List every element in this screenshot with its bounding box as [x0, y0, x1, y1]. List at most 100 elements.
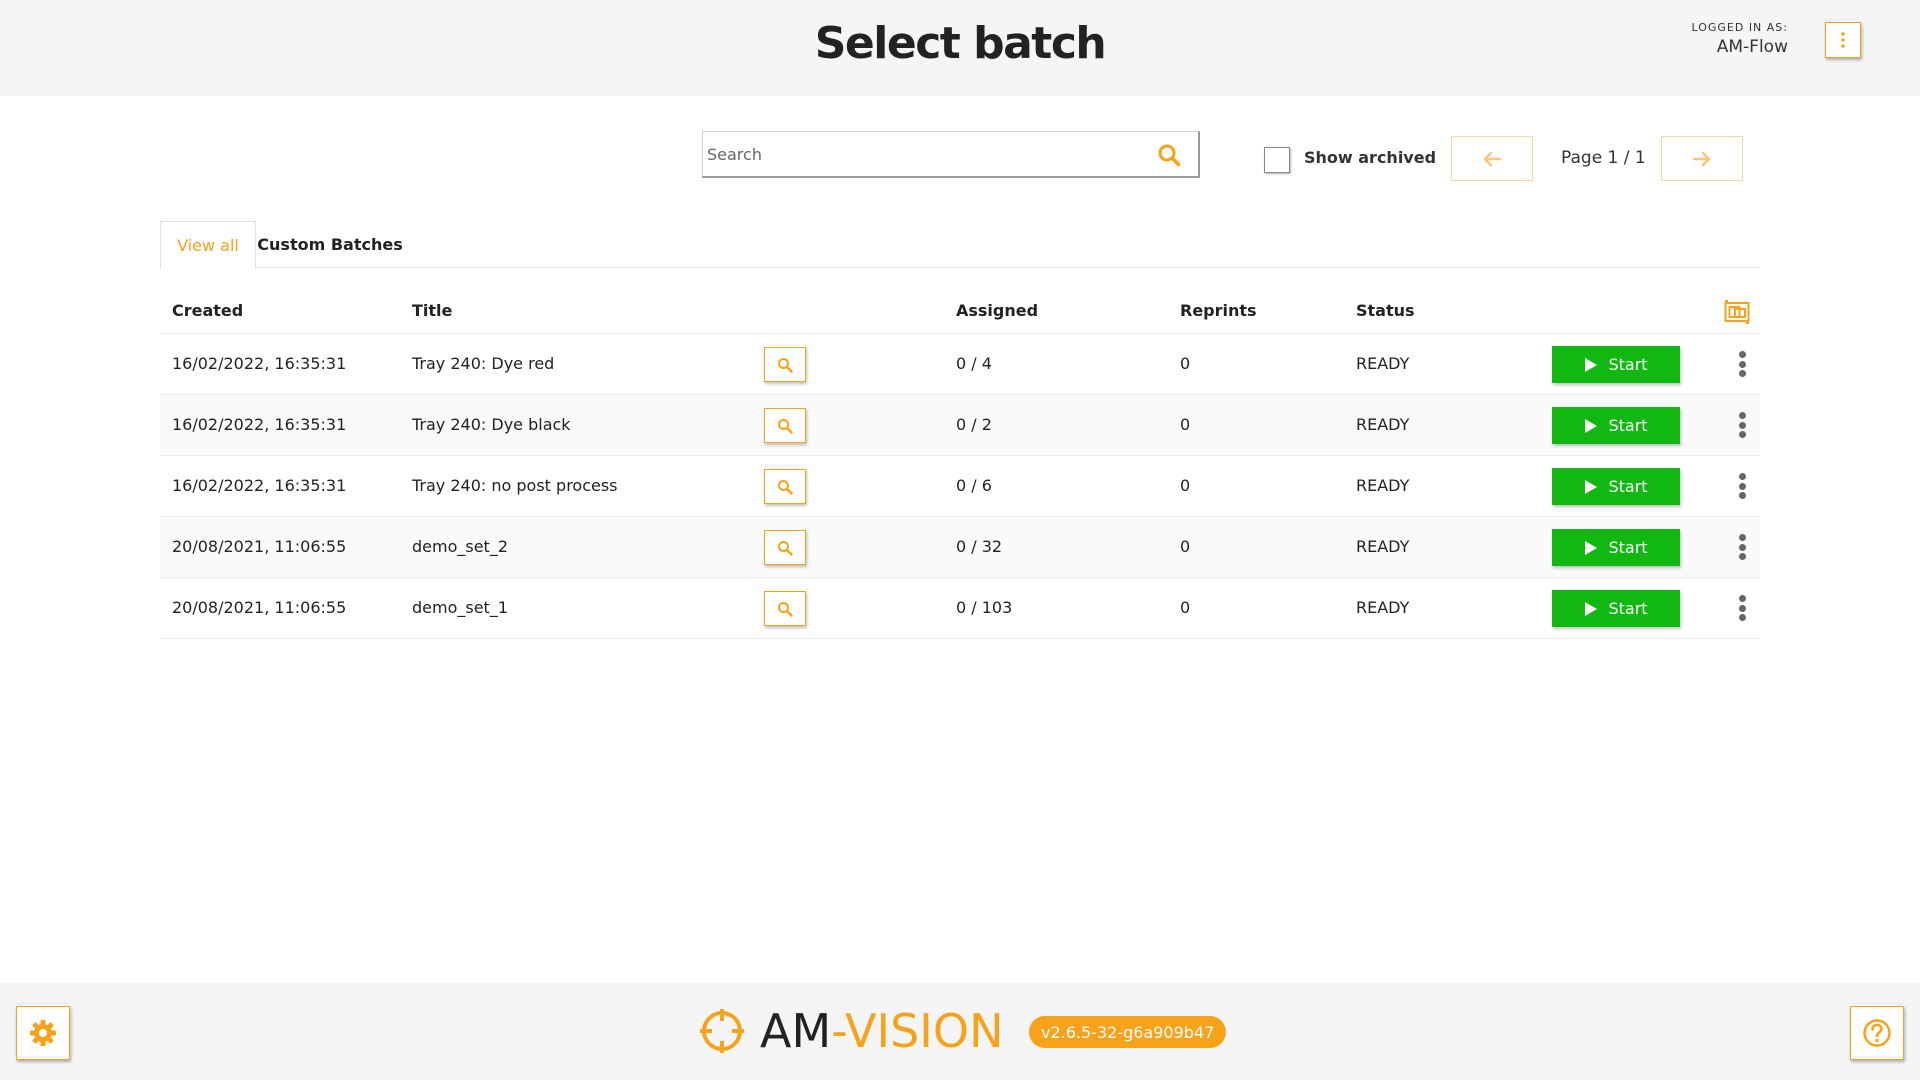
play-icon — [1585, 540, 1598, 555]
row-reprints: 0 — [1180, 354, 1191, 373]
start-button[interactable]: Start — [1552, 468, 1680, 505]
search-icon — [778, 479, 793, 495]
vertical-dots-icon — [1738, 595, 1746, 602]
vertical-dots-icon — [1738, 351, 1746, 358]
header: Select batch LOGGED IN AS: AM-Flow — [0, 0, 1920, 96]
settings-button[interactable] — [16, 1006, 70, 1060]
row-title: demo_set_2 — [412, 537, 509, 556]
footer: AM -VISION v2.6.5-32-g6a909b47 — [0, 983, 1920, 1080]
row-menu-button[interactable] — [1732, 470, 1752, 502]
row-assigned: 0 / 32 — [956, 537, 1003, 556]
start-button-label: Start — [1608, 477, 1648, 496]
table-header: Created Title Assigned Reprints Status — [160, 288, 1760, 334]
row-status: READY — [1356, 354, 1410, 373]
row-created: 16/02/2022, 16:35:31 — [172, 354, 347, 373]
row-menu-button[interactable] — [1732, 531, 1752, 563]
start-button[interactable]: Start — [1552, 529, 1680, 566]
batch-table: Created Title Assigned Reprints Status 1… — [160, 288, 1760, 639]
arrow-left-icon — [1483, 151, 1502, 166]
row-title: Tray 240: no post process — [412, 476, 618, 495]
brand-am: AM — [760, 1004, 832, 1058]
vertical-dots-icon — [1841, 32, 1845, 48]
brand: AM -VISION — [700, 1003, 1003, 1059]
header-menu-button[interactable] — [1825, 22, 1861, 58]
search-icon — [778, 418, 793, 434]
table-row: 20/08/2021, 11:06:55 demo_set_2 0 / 32 0… — [160, 517, 1760, 578]
help-button[interactable] — [1850, 1006, 1904, 1060]
column-header-assigned: Assigned — [956, 301, 1039, 320]
row-view-button[interactable] — [764, 469, 806, 504]
search-box — [702, 131, 1200, 178]
vertical-dots-icon — [1738, 412, 1746, 419]
brand-vision: -VISION — [831, 1004, 1004, 1058]
row-reprints: 0 — [1180, 476, 1191, 495]
row-reprints: 0 — [1180, 415, 1191, 434]
row-assigned: 0 / 2 — [956, 415, 992, 434]
version-badge: v2.6.5-32-g6a909b47 — [1029, 1016, 1227, 1048]
start-button-label: Start — [1608, 599, 1648, 618]
previous-page-button[interactable] — [1451, 136, 1533, 181]
table-body: 16/02/2022, 16:35:31 Tray 240: Dye red 0… — [160, 334, 1760, 639]
row-title: Tray 240: Dye red — [412, 354, 555, 373]
row-status: READY — [1356, 476, 1410, 495]
search-icon — [778, 601, 793, 617]
row-menu-button[interactable] — [1732, 348, 1752, 380]
arrow-right-icon — [1692, 151, 1711, 166]
row-created: 16/02/2022, 16:35:31 — [172, 415, 347, 434]
column-header-reprints: Reprints — [1180, 301, 1257, 320]
tab-view-all[interactable]: View all — [160, 221, 256, 269]
search-icon — [778, 540, 793, 556]
row-view-button[interactable] — [764, 347, 806, 382]
row-reprints: 0 — [1180, 537, 1191, 556]
row-status: READY — [1356, 598, 1410, 617]
tab-custom-batches[interactable]: Custom Batches — [256, 221, 404, 268]
search-icon — [778, 357, 793, 373]
page-indicator: Page 1 / 1 — [1561, 148, 1646, 168]
vertical-dots-icon — [1738, 473, 1746, 480]
row-title: demo_set_1 — [412, 598, 509, 617]
row-menu-button[interactable] — [1732, 409, 1752, 441]
crosshair-logo-icon — [700, 1009, 744, 1053]
row-created: 16/02/2022, 16:35:31 — [172, 476, 347, 495]
row-view-button[interactable] — [764, 530, 806, 565]
row-reprints: 0 — [1180, 598, 1191, 617]
row-assigned: 0 / 6 — [956, 476, 992, 495]
column-settings-icon[interactable] — [1724, 300, 1750, 324]
row-status: READY — [1356, 415, 1410, 434]
start-button[interactable]: Start — [1552, 590, 1680, 627]
row-created: 20/08/2021, 11:06:55 — [172, 598, 347, 617]
vertical-dots-icon — [1738, 534, 1746, 541]
help-icon — [1863, 1019, 1891, 1047]
gear-icon — [30, 1020, 56, 1046]
row-menu-button[interactable] — [1732, 592, 1752, 624]
play-icon — [1585, 357, 1598, 372]
row-status: READY — [1356, 537, 1410, 556]
start-button-label: Start — [1608, 355, 1648, 374]
column-header-title: Title — [412, 301, 453, 320]
page-title: Select batch — [814, 18, 1107, 69]
play-icon — [1585, 479, 1598, 494]
row-created: 20/08/2021, 11:06:55 — [172, 537, 347, 556]
start-button[interactable]: Start — [1552, 346, 1680, 383]
table-row: 16/02/2022, 16:35:31 Tray 240: Dye black… — [160, 395, 1760, 456]
show-archived-label[interactable]: Show archived — [1304, 148, 1436, 167]
show-archived-checkbox[interactable] — [1264, 147, 1290, 173]
row-view-button[interactable] — [764, 591, 806, 626]
column-header-created: Created — [172, 301, 244, 320]
next-page-button[interactable] — [1661, 136, 1743, 181]
batch-tabs: View all Custom Batches — [160, 221, 1760, 269]
search-icon[interactable] — [1157, 143, 1181, 167]
logged-in-label: LOGGED IN AS: — [1691, 21, 1788, 34]
start-button-label: Start — [1608, 416, 1648, 435]
search-input[interactable] — [703, 132, 1143, 176]
start-button[interactable]: Start — [1552, 407, 1680, 444]
row-view-button[interactable] — [764, 408, 806, 443]
table-row: 20/08/2021, 11:06:55 demo_set_1 0 / 103 … — [160, 578, 1760, 639]
start-button-label: Start — [1608, 538, 1648, 557]
row-assigned: 0 / 103 — [956, 598, 1013, 617]
table-row: 16/02/2022, 16:35:31 Tray 240: no post p… — [160, 456, 1760, 517]
play-icon — [1585, 601, 1598, 616]
logged-in-user: AM-Flow — [1716, 37, 1788, 57]
row-assigned: 0 / 4 — [956, 354, 992, 373]
play-icon — [1585, 418, 1598, 433]
